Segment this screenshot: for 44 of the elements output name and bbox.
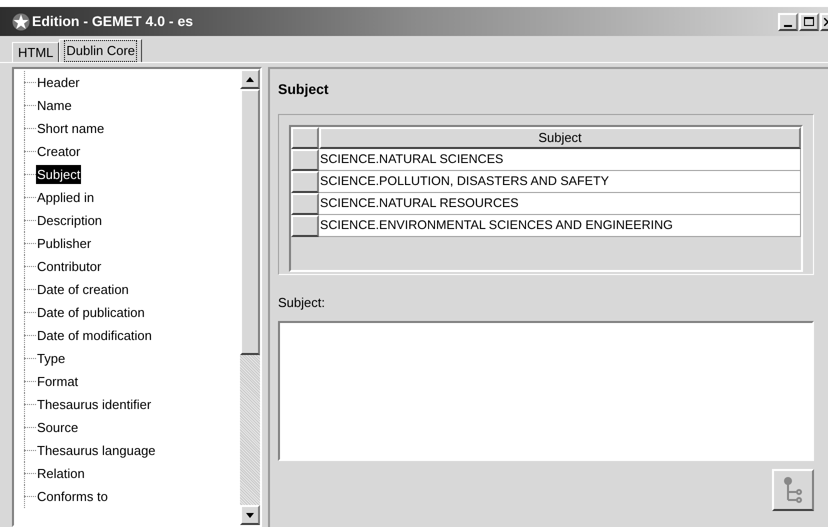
tree-item[interactable]: Date of publication bbox=[36, 302, 146, 322]
tree-item[interactable]: Subject bbox=[36, 164, 82, 184]
tree-button[interactable] bbox=[772, 468, 814, 510]
scroll-down-button[interactable] bbox=[240, 505, 260, 525]
scrollbar[interactable] bbox=[240, 69, 260, 525]
tree-item[interactable]: Thesaurus identifier bbox=[36, 394, 152, 414]
tree-item[interactable]: Relation bbox=[36, 464, 86, 484]
star-icon bbox=[12, 12, 30, 30]
branch-icon bbox=[783, 476, 803, 504]
row-header[interactable] bbox=[291, 149, 319, 171]
table-cell[interactable]: SCIENCE.NATURAL SCIENCES bbox=[319, 149, 801, 171]
tree-item[interactable]: Thesaurus language bbox=[36, 440, 157, 460]
tree-item[interactable]: Conforms to bbox=[36, 486, 109, 506]
window-title: Edition - GEMET 4.0 - es bbox=[32, 12, 194, 31]
minimize-button[interactable] bbox=[778, 12, 798, 30]
section-title: Subject bbox=[278, 80, 330, 99]
column-header[interactable]: Subject bbox=[319, 127, 801, 149]
row-header[interactable] bbox=[291, 171, 319, 193]
scroll-thumb[interactable] bbox=[240, 89, 260, 355]
tree-item[interactable]: Description bbox=[36, 210, 104, 230]
row-header[interactable] bbox=[291, 215, 319, 237]
tree-item[interactable]: Type bbox=[36, 348, 66, 368]
tree-item[interactable]: Date of modification bbox=[36, 326, 153, 346]
tree-item[interactable]: Name bbox=[36, 96, 73, 116]
tree-item[interactable]: Creator bbox=[36, 142, 82, 162]
tree-item[interactable]: Applied in bbox=[36, 188, 96, 208]
up-arrow-icon bbox=[246, 76, 254, 82]
table-cell[interactable]: SCIENCE.POLLUTION, DISASTERS AND SAFETY bbox=[319, 171, 801, 193]
maximize-button[interactable] bbox=[799, 12, 819, 30]
tree-item[interactable]: Format bbox=[36, 372, 80, 392]
tree-item[interactable]: Date of creation bbox=[36, 280, 130, 300]
table-cell[interactable]: SCIENCE.ENVIRONMENTAL SCIENCES AND ENGINEERING bbox=[319, 215, 801, 237]
tree-item[interactable]: Short name bbox=[36, 118, 106, 138]
tab[interactable]: HTML bbox=[12, 42, 60, 62]
field-label: Subject: bbox=[278, 294, 326, 312]
tree-item[interactable]: Header bbox=[36, 72, 81, 92]
scroll-up-button[interactable] bbox=[240, 69, 260, 89]
row-header[interactable] bbox=[291, 193, 319, 215]
tab[interactable]: Dublin Core bbox=[59, 39, 142, 62]
tree-item[interactable]: Source bbox=[36, 418, 80, 438]
table-cell[interactable]: SCIENCE.NATURAL RESOURCES bbox=[319, 193, 801, 215]
tree-item[interactable]: Publisher bbox=[36, 234, 92, 254]
down-arrow-icon bbox=[246, 512, 254, 518]
tree-item[interactable]: Contributor bbox=[36, 256, 102, 276]
